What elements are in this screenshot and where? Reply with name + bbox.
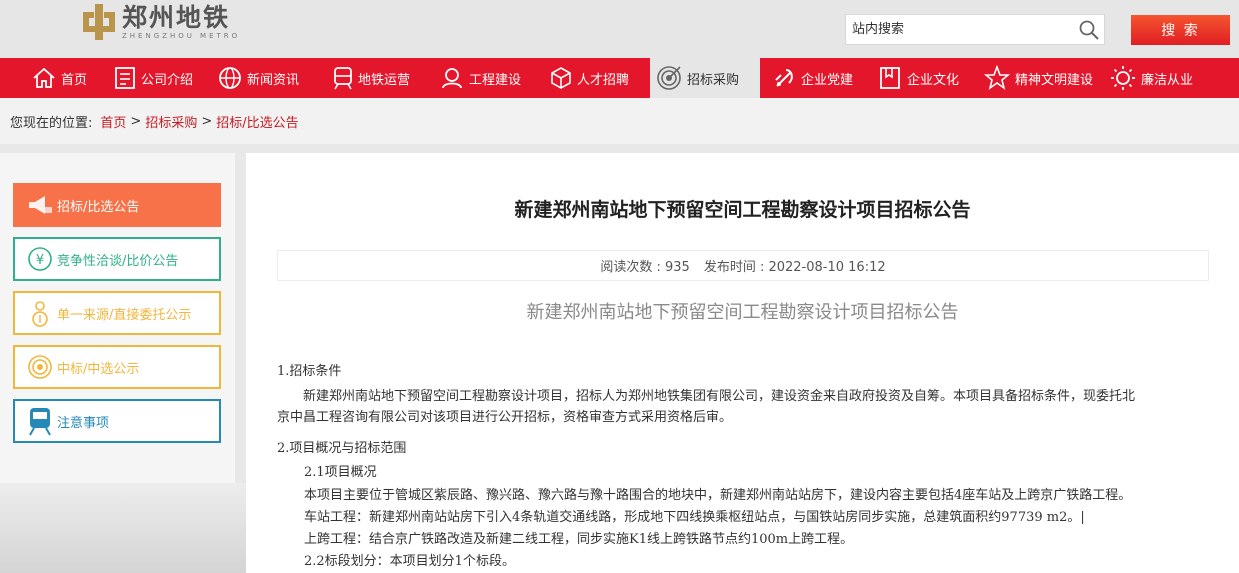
main-nav: 首页 公司介绍 新闻资讯 地铁运营 工程建设 人才招聘 招标采购 企业党建 企业… xyxy=(0,58,1239,98)
logo-subtitle: ZHENGZHOU METRO xyxy=(122,31,241,40)
party-icon xyxy=(775,69,793,87)
nav-item-label: 公司介绍 xyxy=(141,72,194,88)
sidebar-item-single-source[interactable]: 单一来源/直接委托公示 xyxy=(13,291,221,335)
yuan-icon: ¥ xyxy=(28,247,52,271)
article: 新建郑州南站地下预留空间工程勘察设计项目招标公告 阅读次数 : 935 发布时间… xyxy=(246,153,1239,573)
megaphone-icon xyxy=(29,196,52,214)
cube-icon xyxy=(551,67,571,89)
breadcrumb-separator: > xyxy=(130,113,142,129)
paragraph-line: 上跨工程：结合京广铁路改造及新建二线工程，同步实施K1线上跨铁路节点约100m上… xyxy=(304,532,854,547)
nav-item-label: 精神文明建设 xyxy=(1015,72,1094,88)
site-logo[interactable]: 郑州地铁 ZHENGZHOU METRO xyxy=(80,2,240,42)
sidebar-item-label: 中标/中选公示 xyxy=(57,361,140,377)
nav-item-news[interactable]: 新闻资讯 xyxy=(218,58,299,98)
section-heading: 2.项目概况与招标范围 xyxy=(277,441,407,456)
sidebar-item-label: 招标/比选公告 xyxy=(57,199,140,215)
sidebar-item-notes[interactable]: 注意事项 xyxy=(13,399,221,443)
nav-item-party[interactable]: 企业党建 xyxy=(772,58,853,98)
site-header: 郑州地铁 ZHENGZHOU METRO 搜 索 xyxy=(0,0,1239,58)
article-subtitle: 新建郑州南站地下预留空间工程勘察设计项目招标公告 xyxy=(526,302,959,323)
section-heading: 1.招标条件 xyxy=(277,364,342,379)
sidebar-item-bid-notice[interactable]: 招标/比选公告 xyxy=(13,183,221,227)
sun-icon xyxy=(1111,66,1135,90)
logo-title: 郑州地铁 xyxy=(122,2,231,32)
paragraph-line: 本项目主要位于管城区紫辰路、豫兴路、豫六路与豫十路围合的地块中，新建郑州南站站房… xyxy=(304,488,1132,503)
metro-logo-icon xyxy=(80,3,118,41)
subsection-heading: 2.2标段划分：本项目划分1个标段。 xyxy=(304,554,515,569)
nav-item-operation[interactable]: 地铁运营 xyxy=(333,58,410,98)
book-icon xyxy=(880,67,900,89)
search-button[interactable]: 搜 索 xyxy=(1131,15,1230,45)
nav-item-civilization[interactable]: 精神文明建设 xyxy=(984,58,1093,98)
breadcrumb-prefix: 您现在的位置: xyxy=(10,115,93,131)
train-icon xyxy=(29,408,51,436)
person-icon xyxy=(32,301,48,327)
sidebar-background xyxy=(0,483,246,573)
breadcrumb-bidding[interactable]: 招标采购 xyxy=(145,112,197,131)
paragraph-line: 新建郑州南站地下预留空间工程勘察设计项目，招标人为郑州地铁集团有限公司，建设资金… xyxy=(303,389,1136,404)
breadcrumb-home[interactable]: 首页 xyxy=(100,112,126,131)
sidebar-item-negotiation[interactable]: ¥ 竞争性洽谈/比价公告 xyxy=(13,237,221,281)
publish-time: 发布时间 : 2022-08-10 16:12 xyxy=(703,260,886,275)
nav-item-label: 招标采购 xyxy=(687,72,740,88)
nav-item-label: 企业党建 xyxy=(801,72,854,88)
nav-item-company[interactable]: 公司介绍 xyxy=(114,58,193,98)
subsection-heading: 2.1项目概况 xyxy=(304,465,377,480)
article-meta: 阅读次数 : 935 发布时间 : 2022-08-10 16:12 xyxy=(277,250,1209,281)
nav-item-label: 廉洁从业 xyxy=(1141,72,1194,88)
sidebar-item-label: 注意事项 xyxy=(57,415,110,431)
search-icon[interactable] xyxy=(1074,15,1104,44)
search-input[interactable] xyxy=(846,15,1074,44)
nav-item-culture[interactable]: 企业文化 xyxy=(878,58,959,98)
train-icon xyxy=(334,67,352,90)
target-icon xyxy=(657,66,681,90)
sidebar-item-label: 竞争性洽谈/比价公告 xyxy=(57,253,179,269)
breadcrumb-current[interactable]: 招标/比选公告 xyxy=(216,112,298,131)
article-title: 新建郑州南站地下预留空间工程勘察设计项目招标公告 xyxy=(514,199,971,221)
nav-item-label: 首页 xyxy=(61,72,88,88)
nav-item-bidding[interactable]: 招标采购 xyxy=(650,58,760,98)
sidebar-item-label: 单一来源/直接委托公示 xyxy=(57,307,192,323)
paragraph-line: 京中昌工程咨询有限公司对该项目进行公开招标，资格审查方式采用资格后审。 xyxy=(277,410,733,425)
nav-item-integrity[interactable]: 廉洁从业 xyxy=(1110,58,1193,98)
globe-icon xyxy=(219,67,241,89)
breadcrumb-separator: > xyxy=(201,113,213,129)
home-icon xyxy=(33,67,55,88)
nav-item-label: 人才招聘 xyxy=(577,72,630,88)
nav-item-label: 工程建设 xyxy=(469,72,522,88)
site-search xyxy=(845,14,1105,45)
helmet-icon xyxy=(442,68,462,89)
sidebar-item-award[interactable]: 中标/中选公示 xyxy=(13,345,221,389)
svg-text:¥: ¥ xyxy=(36,253,44,268)
nav-item-recruitment[interactable]: 人才招聘 xyxy=(550,58,629,98)
nav-item-label: 新闻资讯 xyxy=(247,72,300,88)
sidebar: 招标/比选公告 ¥ 竞争性洽谈/比价公告 单一来源/直接委托公示 中标/中选公示… xyxy=(0,153,235,483)
breadcrumb: 您现在的位置: 首页 > 招标采购 > 招标/比选公告 xyxy=(0,98,1239,144)
company-icon xyxy=(115,67,135,89)
nav-item-label: 企业文化 xyxy=(907,72,960,88)
nav-item-label: 地铁运营 xyxy=(358,72,411,88)
star-icon xyxy=(984,65,1010,90)
target-icon xyxy=(28,355,52,379)
paragraph-line: 车站工程：新建郑州南站站房下引入4条轨道交通线路，形成地下四线换乘枢纽站点，与国… xyxy=(304,510,1085,525)
nav-item-construction[interactable]: 工程建设 xyxy=(440,58,521,98)
nav-item-home[interactable]: 首页 xyxy=(32,58,87,98)
read-count: 阅读次数 : 935 xyxy=(600,260,690,275)
